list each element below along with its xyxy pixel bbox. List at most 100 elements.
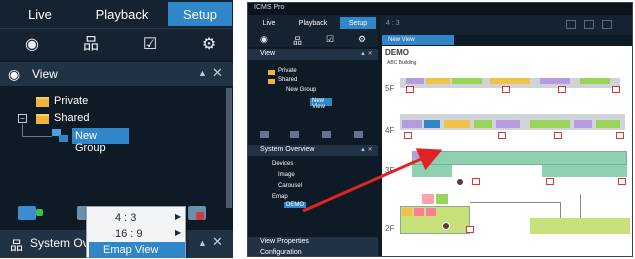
collapse-icon[interactable]: ▲: [198, 238, 207, 248]
view-tab-strip: New View: [380, 35, 632, 45]
floor-plan-5f[interactable]: [400, 74, 620, 90]
network-icon[interactable]: 品: [293, 34, 302, 47]
collapse-icon[interactable]: ▲: [198, 68, 207, 78]
aspect-ratio-label[interactable]: 4 : 3: [386, 20, 400, 27]
view-properties-header[interactable]: View Properties: [248, 237, 378, 248]
camera-marker[interactable]: [472, 178, 480, 185]
configuration-header[interactable]: Configuration: [248, 248, 378, 256]
tree-item-label: New View: [312, 98, 325, 110]
snapshot-icon[interactable]: [584, 20, 594, 29]
menu-item-ratio-4-3[interactable]: 4 : 3 ▶: [89, 210, 185, 226]
scrollbar[interactable]: [226, 88, 232, 208]
tree-item-shared[interactable]: Shared: [54, 112, 89, 124]
emap-canvas[interactable]: DEMO ABC Building 5F 4F 3F 2F: [382, 46, 632, 256]
remove-badge-icon: [196, 212, 204, 220]
checkbox-icon[interactable]: ☑: [326, 34, 334, 45]
tree-item-label: New Group: [75, 130, 106, 154]
view-toolbar: 4 : 3: [380, 15, 632, 35]
overview-item-emap[interactable]: Emap: [272, 194, 288, 200]
camera-marker[interactable]: [546, 178, 554, 185]
overview-item-demo[interactable]: DEMO: [284, 202, 306, 208]
map-pin-icon[interactable]: [456, 178, 464, 186]
floor-label-5f: 5F: [385, 84, 395, 93]
menu-item-emap-view[interactable]: Emap View: [89, 242, 185, 258]
checkbox-icon[interactable]: ☑: [140, 35, 160, 55]
folder-icon: [268, 79, 275, 84]
camera-marker[interactable]: [466, 226, 474, 233]
folder-icon: [36, 114, 49, 124]
camera-marker[interactable]: [502, 86, 510, 93]
add-group-icon[interactable]: [260, 131, 269, 138]
settings-icon[interactable]: [354, 131, 363, 138]
tab-setup[interactable]: Setup: [340, 17, 376, 29]
overview-item-carousel[interactable]: Carousel: [278, 183, 302, 189]
floor-plan-4f[interactable]: [400, 114, 625, 134]
collapse-icon[interactable]: ▲ ✕: [360, 146, 373, 153]
menu-item-label: Emap View: [103, 244, 159, 256]
overview-item-devices[interactable]: Devices: [272, 161, 293, 167]
add-plus-icon: [36, 209, 43, 216]
collapse-toggle-icon[interactable]: −: [18, 114, 27, 123]
map-pin-icon[interactable]: [442, 222, 450, 230]
view-section-label: View: [32, 67, 58, 81]
eye-icon: ◉: [8, 66, 21, 82]
group-icon: [52, 129, 70, 143]
tab-live[interactable]: Live: [4, 2, 76, 26]
camera-marker[interactable]: [498, 132, 506, 139]
network-icon[interactable]: 品: [81, 35, 101, 55]
camera-marker[interactable]: [404, 132, 412, 139]
tree-item-private[interactable]: Private: [54, 95, 88, 107]
tree-item-private[interactable]: Private: [278, 68, 297, 74]
menu-item-label: 4 : 3: [115, 212, 137, 224]
system-overview-header[interactable]: System Overview ▲ ✕: [248, 145, 378, 156]
tree-item-new-group[interactable]: New Group: [286, 87, 316, 93]
tree-item-new-view[interactable]: New View: [310, 98, 332, 110]
folder-icon: [36, 97, 49, 107]
record-icon[interactable]: [602, 20, 612, 29]
close-icon[interactable]: ✕: [212, 234, 223, 250]
chevron-right-icon: ▶: [175, 228, 182, 237]
app-window: ICMS Pro Live Playback Setup ◉ 品 ☑ ⚙ Vie…: [247, 2, 633, 257]
emap-title: DEMO: [385, 48, 409, 57]
view-section-header[interactable]: ◉ View ▲ ✕: [0, 62, 233, 86]
eye-icon[interactable]: ◉: [260, 34, 268, 45]
tree-line: [22, 124, 23, 136]
view-tab[interactable]: New View: [382, 35, 454, 45]
gear-icon[interactable]: ⚙: [358, 34, 366, 45]
system-overview-label: System Overview: [260, 146, 315, 153]
tree-item-new-group[interactable]: New Group: [72, 128, 129, 154]
collapse-icon[interactable]: ▲ ✕: [360, 50, 373, 57]
fullscreen-icon[interactable]: [566, 20, 576, 29]
tab-setup[interactable]: Setup: [168, 2, 232, 26]
floor-plan-3f[interactable]: [412, 151, 627, 181]
configuration-label: Configuration: [260, 249, 302, 256]
camera-marker[interactable]: [406, 86, 414, 93]
main-tabs: Live Playback Setup: [248, 15, 378, 31]
overview-item-image[interactable]: Image: [278, 172, 295, 178]
tab-live[interactable]: Live: [252, 17, 286, 29]
camera-marker[interactable]: [618, 178, 626, 185]
main-tabs: Live Playback Setup: [0, 0, 233, 28]
camera-marker[interactable]: [554, 132, 562, 139]
camera-marker[interactable]: [612, 86, 620, 93]
delete-icon[interactable]: [322, 131, 331, 138]
tree-item-shared[interactable]: Shared: [278, 77, 297, 83]
add-group-icon[interactable]: [18, 206, 36, 220]
view-section-label: View: [260, 50, 276, 57]
grid-icon[interactable]: [290, 131, 299, 138]
tab-playback[interactable]: Playback: [288, 17, 338, 29]
eye-icon[interactable]: ◉: [22, 35, 42, 55]
menu-item-ratio-16-9[interactable]: 16 : 9 ▶: [89, 226, 185, 242]
floor-plan-2f[interactable]: [400, 194, 630, 244]
view-section-header[interactable]: View ▲ ✕: [248, 49, 378, 60]
network-icon: 品: [10, 238, 24, 253]
sidebar-icon-bar: ◉ 品 ☑ ⚙: [0, 28, 233, 60]
gear-icon[interactable]: ⚙: [199, 35, 219, 55]
camera-marker[interactable]: [616, 132, 624, 139]
close-icon[interactable]: ✕: [212, 65, 223, 81]
tab-playback[interactable]: Playback: [76, 2, 168, 26]
window-title: ICMS Pro: [254, 4, 285, 11]
camera-marker[interactable]: [558, 86, 566, 93]
sidebar-toolbar: [248, 128, 378, 142]
zoomed-sidebar-panel: Live Playback Setup ◉ 品 ☑ ⚙ ◉ View ▲ ✕ P…: [0, 0, 233, 258]
